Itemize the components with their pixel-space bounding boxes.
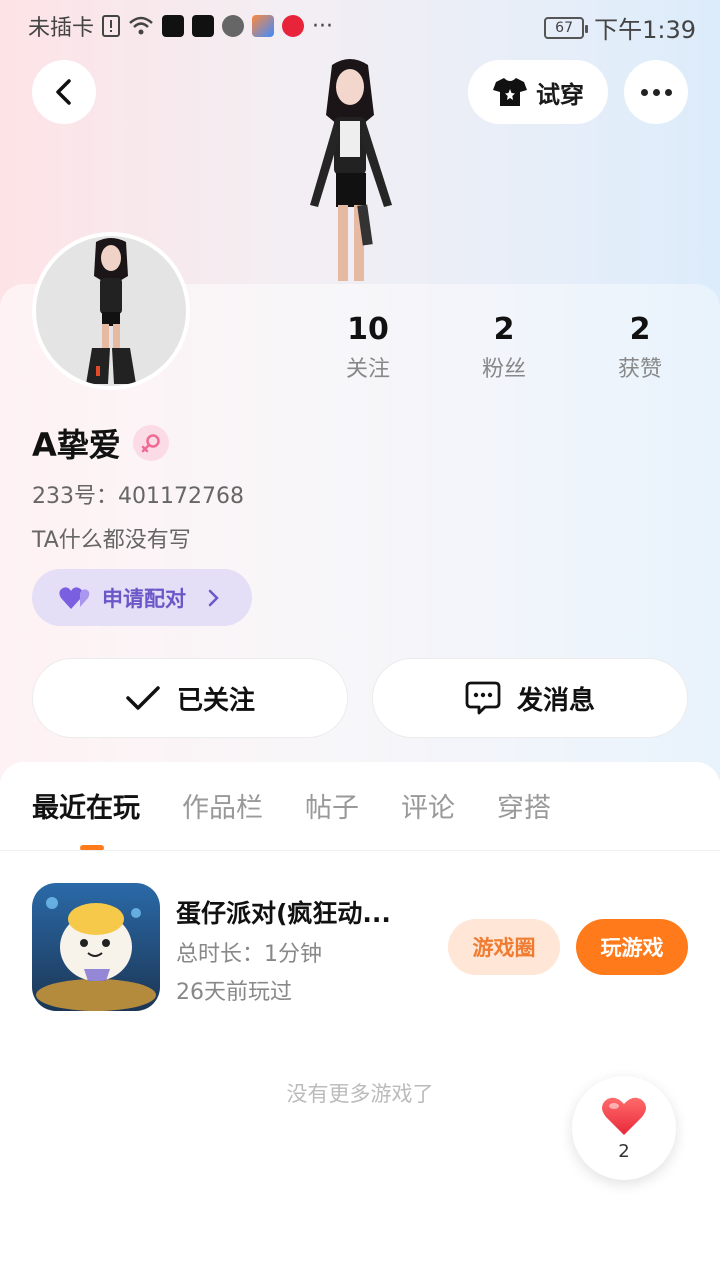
stat-following[interactable]: 10 关注	[300, 312, 436, 383]
more-options-button[interactable]	[624, 60, 688, 124]
profile-tabs: 最近在玩 作品栏 帖子 评论 穿搭	[32, 786, 551, 825]
following-button[interactable]: 已关注	[32, 658, 348, 738]
status-bar: 未插卡 ··· 67 下午1:39	[0, 0, 720, 50]
avatar[interactable]	[32, 232, 190, 390]
following-label: 已关注	[176, 685, 255, 716]
name-row: A挚爱	[32, 420, 169, 466]
username: A挚爱	[32, 426, 121, 464]
carrier-text: 未插卡	[28, 16, 95, 41]
video-app-icon	[282, 15, 305, 37]
game-icon[interactable]	[32, 883, 160, 1011]
dot-icon	[640, 88, 648, 96]
sim-alert-icon	[102, 15, 121, 37]
like-button[interactable]: 2	[572, 1076, 676, 1180]
tab-comments[interactable]: 评论	[401, 786, 455, 825]
stat-number: 2	[629, 312, 651, 347]
chevron-left-icon	[56, 79, 71, 105]
send-message-button[interactable]: 发消息	[372, 658, 688, 738]
dot-icon	[652, 88, 660, 96]
game-playtime: 总时长：1分钟	[176, 942, 322, 967]
user-id: 233号：401172768	[32, 484, 244, 509]
stat-number: 10	[347, 312, 389, 347]
stat-likes[interactable]: 2 获赞	[572, 312, 708, 383]
chevron-right-icon	[208, 589, 219, 606]
female-gender-icon	[132, 425, 169, 461]
store-app-icon	[252, 15, 275, 37]
battery-icon: 67	[544, 16, 589, 39]
stat-label: 获赞	[617, 357, 662, 382]
game-last-played: 26天前玩过	[176, 980, 292, 1005]
heart-icon	[602, 1097, 646, 1135]
content-panel	[0, 762, 720, 1280]
play-game-button[interactable]: 玩游戏	[576, 919, 688, 975]
dot-icon	[664, 88, 672, 96]
stat-number: 2	[493, 312, 515, 347]
stat-followers[interactable]: 2 粉丝	[436, 312, 572, 383]
tabs-divider	[0, 850, 720, 851]
battery-level: 67	[555, 19, 573, 36]
browser-app-icon	[222, 15, 245, 37]
game-circle-button[interactable]: 游戏圈	[448, 919, 560, 975]
hearts-icon	[59, 586, 90, 609]
tab-outfits[interactable]: 穿搭	[497, 786, 551, 825]
more-notifications-icon: ···	[312, 13, 333, 39]
user-bio: TA什么都没有写	[32, 528, 191, 553]
game-title[interactable]: 蛋仔派对(疯狂动...	[176, 894, 426, 930]
try-on-button[interactable]: 试穿	[468, 60, 608, 124]
stat-label: 关注	[345, 357, 390, 382]
tab-posts[interactable]: 帖子	[305, 786, 359, 825]
avatar-character-icon	[86, 238, 136, 384]
profile-stats: 10 关注 2 粉丝 2 获赞	[300, 312, 720, 383]
music-app-icon	[162, 15, 185, 37]
tiktok-app-icon	[192, 15, 215, 37]
send-message-label: 发消息	[516, 685, 595, 716]
like-count: 2	[618, 1140, 630, 1162]
tab-works[interactable]: 作品栏	[182, 786, 263, 825]
try-on-label: 试穿	[536, 80, 584, 109]
checkmark-icon	[126, 686, 160, 710]
clock: 下午1:39	[594, 16, 696, 44]
tab-recently-played[interactable]: 最近在玩	[32, 786, 140, 825]
wifi-icon	[129, 16, 153, 35]
back-button[interactable]	[32, 60, 96, 124]
request-pair-label: 申请配对	[102, 586, 186, 611]
tshirt-icon	[493, 78, 527, 106]
stat-label: 粉丝	[481, 357, 526, 382]
character-model[interactable]	[290, 55, 410, 285]
request-pair-button[interactable]: 申请配对	[32, 569, 252, 626]
chat-bubble-icon	[465, 681, 501, 715]
